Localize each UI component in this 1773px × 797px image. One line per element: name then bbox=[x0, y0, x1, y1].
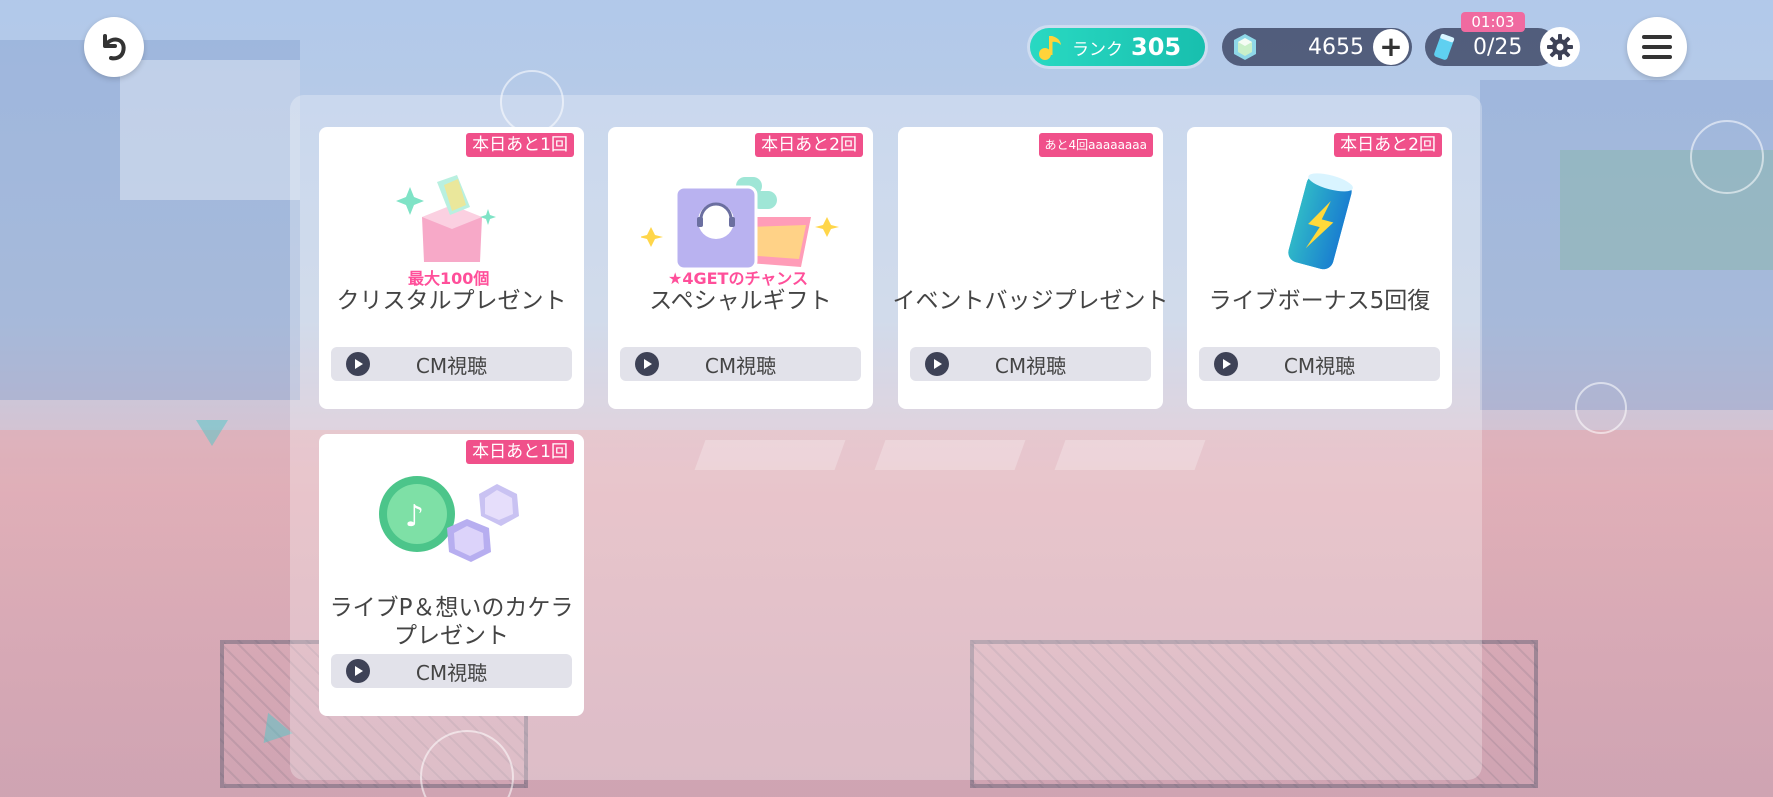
button-label: CM視聴 bbox=[994, 353, 1067, 378]
crystal-display: 4655 + bbox=[1222, 28, 1412, 66]
crystal-icon bbox=[1234, 34, 1256, 60]
rank-value: 305 bbox=[1131, 33, 1182, 61]
image-caption: 最大100個 bbox=[408, 269, 490, 288]
watch-cm-button[interactable]: CM視聴 bbox=[331, 654, 572, 688]
plus-icon: + bbox=[1379, 30, 1403, 63]
energy-drink-icon bbox=[1434, 33, 1455, 60]
reward-card-event-badge: あと4回aaaaaaaa イベントバッジプレゼント CM視聴 bbox=[893, 127, 1169, 409]
card-title: イベントバッジプレゼント bbox=[892, 288, 1169, 314]
card-title: ライブボーナス5回復 bbox=[1208, 288, 1431, 314]
watch-cm-button[interactable]: CM視聴 bbox=[620, 347, 861, 381]
crystal-count: 4655 bbox=[1308, 34, 1364, 60]
add-crystal-button[interactable]: + bbox=[1373, 29, 1409, 65]
watch-cm-button[interactable]: CM視聴 bbox=[1199, 347, 1440, 381]
reward-card-live-p-kakera: 本日あと1回 ♪ ライブP＆想いのカケラ プレゼント CM視聴 bbox=[319, 434, 584, 716]
reward-card-crystal: 本日あと1回 最大100個 クリスタルプレゼント CM視聴 bbox=[319, 127, 584, 409]
hamburger-menu-icon bbox=[1642, 35, 1672, 59]
rank-display: ランク 305 bbox=[1030, 28, 1205, 66]
gift-tickets-icon bbox=[608, 167, 873, 277]
rank-label: ランク bbox=[1072, 39, 1123, 60]
stamina-value: 0/25 bbox=[1473, 34, 1523, 60]
back-button[interactable] bbox=[84, 17, 144, 77]
button-label: CM視聴 bbox=[704, 353, 777, 378]
button-label: CM視聴 bbox=[415, 660, 488, 685]
stamina-display: 0/25 bbox=[1425, 28, 1557, 66]
remaining-count-badge: 本日あと2回 bbox=[1334, 133, 1442, 157]
crystal-bag-icon bbox=[319, 167, 584, 277]
svg-text:♪: ♪ bbox=[405, 499, 424, 534]
button-label: CM視聴 bbox=[415, 353, 488, 378]
remaining-count-badge: 本日あと1回 bbox=[466, 133, 574, 157]
card-title-line1: ライブP＆想いのカケラ bbox=[329, 595, 574, 621]
remaining-count-badge: 本日あと2回 bbox=[755, 133, 863, 157]
reward-card-live-bonus: 本日あと2回 ライブボーナス5回復 CM視聴 bbox=[1187, 127, 1452, 409]
card-title-line2: プレゼント bbox=[394, 623, 509, 649]
card-title: スペシャルギフト bbox=[649, 288, 832, 314]
remaining-count-badge: 本日あと1回 bbox=[466, 440, 574, 464]
live-p-and-kakera-icon: ♪ bbox=[319, 464, 584, 574]
remaining-count-badge: あと4回aaaaaaaa bbox=[1038, 133, 1153, 157]
watch-cm-button[interactable]: CM視聴 bbox=[331, 347, 572, 381]
music-note-icon bbox=[1034, 30, 1068, 64]
stamina-timer: 01:03 bbox=[1461, 12, 1525, 32]
menu-button[interactable] bbox=[1627, 17, 1687, 77]
energy-drink-icon bbox=[1187, 167, 1452, 277]
button-label: CM視聴 bbox=[1283, 353, 1356, 378]
reward-card-special-gift: 本日あと2回 ★4GETのチャンス スペシャルギフト CM視聴 bbox=[608, 127, 873, 409]
watch-cm-button[interactable]: CM視聴 bbox=[910, 347, 1151, 381]
settings-button[interactable] bbox=[1540, 27, 1580, 67]
back-arrow-icon bbox=[103, 34, 126, 61]
card-title: クリスタルプレゼント bbox=[336, 288, 567, 314]
image-caption: ★4GETのチャンス bbox=[668, 269, 808, 288]
gear-icon bbox=[1547, 34, 1573, 60]
